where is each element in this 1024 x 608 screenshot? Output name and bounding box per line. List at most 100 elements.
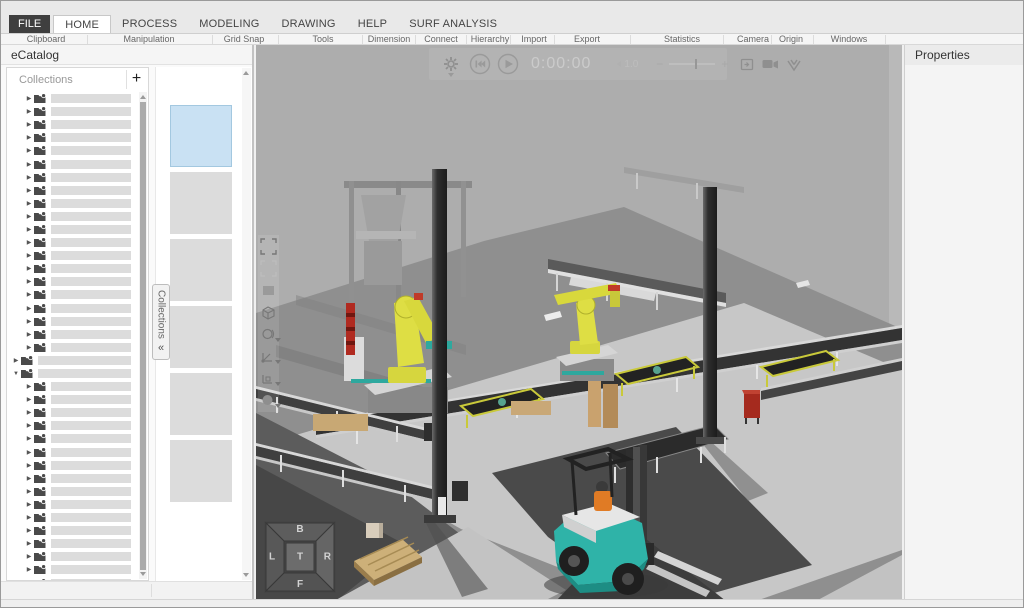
tree-item[interactable]: ▶ — [7, 223, 138, 236]
box-select-icon[interactable] — [260, 304, 277, 321]
tab-process[interactable]: PROCESS — [111, 15, 188, 33]
scroll-up-icon[interactable] — [140, 95, 146, 99]
collections-side-tab[interactable]: Collections « — [152, 284, 170, 360]
scrollbar-thumb[interactable] — [140, 102, 146, 570]
tree-item[interactable]: ▶ — [7, 197, 138, 210]
slider-decrease-button[interactable]: − — [656, 57, 663, 71]
tree-item[interactable]: ▶ — [7, 236, 138, 249]
tab-modeling[interactable]: MODELING — [188, 15, 270, 33]
expand-arrow-icon[interactable]: ▶ — [24, 265, 34, 272]
expand-arrow-icon[interactable]: ▶ — [24, 187, 34, 194]
expand-arrow-icon[interactable]: ▶ — [24, 108, 34, 115]
expand-arrow-icon[interactable]: ▶ — [24, 305, 34, 312]
nav-cube-right-face[interactable]: R — [324, 552, 331, 563]
tree-item[interactable]: ▶ — [7, 210, 138, 223]
record-video-icon[interactable] — [762, 58, 779, 71]
fit-view-icon[interactable] — [260, 238, 277, 255]
render-mode-icon[interactable] — [260, 392, 277, 409]
orbit-tool-icon[interactable] — [260, 326, 277, 343]
tab-help[interactable]: HELP — [347, 15, 399, 33]
tree-item[interactable]: ▶ — [7, 576, 138, 580]
tree-item[interactable]: ▶ — [7, 144, 138, 157]
expand-arrow-icon[interactable]: ▶ — [24, 161, 34, 168]
expand-arrow-icon[interactable]: ▶ — [24, 147, 34, 154]
expand-arrow-icon[interactable]: ▼ — [11, 371, 21, 377]
simulation-settings-gear-icon[interactable] — [443, 56, 459, 72]
fit-selection-icon[interactable] — [260, 260, 277, 277]
tree-item[interactable]: ▶ — [7, 419, 138, 432]
expand-arrow-icon[interactable]: ▶ — [24, 435, 34, 442]
plane-view-icon[interactable] — [260, 282, 277, 299]
tree-item[interactable]: ▶ — [7, 288, 138, 301]
speed-control[interactable]: 1.0 — [617, 59, 638, 70]
expand-arrow-icon[interactable]: ▶ — [24, 278, 34, 285]
nav-cube-left-face[interactable]: L — [269, 552, 275, 563]
tree-item[interactable]: ▶ — [7, 184, 138, 197]
navigation-cube[interactable]: B L T R F — [264, 521, 336, 593]
tree-item[interactable]: ▶ — [7, 380, 138, 393]
jog-tool-icon[interactable] — [260, 348, 277, 365]
expand-arrow-icon[interactable]: ▶ — [24, 383, 34, 390]
tree-item[interactable]: ▶ — [7, 118, 138, 131]
tree-item[interactable]: ▶ — [7, 262, 138, 275]
export-pdf-icon[interactable] — [740, 57, 755, 72]
tree-item[interactable]: ▶ — [7, 315, 138, 328]
tree-item[interactable]: ▶ — [7, 550, 138, 563]
tree-item[interactable]: ▼ — [7, 367, 138, 380]
expand-arrow-icon[interactable]: ▶ — [24, 226, 34, 233]
tree-item[interactable]: ▶ — [7, 328, 138, 341]
tree-item[interactable]: ▶ — [7, 131, 138, 144]
expand-arrow-icon[interactable]: ▶ — [24, 239, 34, 246]
scroll-down-icon[interactable] — [140, 572, 146, 576]
tree-item[interactable]: ▶ — [7, 171, 138, 184]
3d-viewport[interactable]: 0:00:00 1.0 − + — [256, 45, 902, 601]
catalog-item-thumbnail[interactable] — [170, 373, 232, 435]
expand-arrow-icon[interactable]: ▶ — [24, 475, 34, 482]
catalog-item-thumbnail[interactable] — [170, 172, 232, 234]
tree-item[interactable]: ▶ — [7, 498, 138, 511]
tree-item[interactable]: ▶ — [7, 406, 138, 419]
tree-item[interactable]: ▶ — [7, 485, 138, 498]
tree-item[interactable]: ▶ — [7, 472, 138, 485]
items-scrollbar[interactable] — [242, 68, 251, 580]
expand-arrow-icon[interactable]: ▶ — [24, 200, 34, 207]
expand-arrow-icon[interactable]: ▶ — [24, 344, 34, 351]
expand-arrow-icon[interactable]: ▶ — [24, 514, 34, 521]
vc-logo-icon[interactable] — [786, 57, 802, 72]
expand-arrow-icon[interactable]: ▶ — [24, 121, 34, 128]
tree-item[interactable]: ▶ — [7, 249, 138, 262]
scroll-up-icon[interactable] — [243, 71, 249, 75]
play-button[interactable] — [497, 53, 519, 75]
tree-item[interactable]: ▶ — [7, 157, 138, 170]
slider-track[interactable] — [669, 63, 715, 65]
catalog-item-thumbnail[interactable] — [170, 105, 232, 167]
expand-arrow-icon[interactable]: ▶ — [24, 488, 34, 495]
tree-item[interactable]: ▶ — [7, 354, 138, 367]
expand-arrow-icon[interactable]: ▶ — [24, 462, 34, 469]
nav-cube-top-face[interactable]: T — [297, 552, 303, 563]
catalog-item-thumbnail[interactable] — [170, 440, 232, 502]
catalog-item-thumbnail[interactable] — [170, 239, 232, 301]
slider-thumb[interactable] — [695, 59, 697, 69]
tab-drawing[interactable]: DRAWING — [271, 15, 347, 33]
tree-item[interactable]: ▶ — [7, 537, 138, 550]
tree-item[interactable]: ▶ — [7, 92, 138, 105]
dropdown-caret-icon[interactable] — [275, 404, 281, 408]
expand-arrow-icon[interactable]: ▶ — [11, 357, 21, 364]
nav-cube-back-face[interactable]: B — [296, 524, 303, 535]
nav-cube-front-face[interactable]: F — [297, 579, 303, 590]
tree-item[interactable]: ▶ — [7, 563, 138, 576]
rewind-button[interactable] — [469, 53, 491, 75]
expand-arrow-icon[interactable]: ▶ — [24, 213, 34, 220]
expand-arrow-icon[interactable]: ▶ — [24, 252, 34, 259]
dropdown-caret-icon[interactable] — [275, 360, 281, 364]
tree-item[interactable]: ▶ — [7, 446, 138, 459]
gear-dropdown-icon[interactable] — [448, 73, 454, 77]
expand-arrow-icon[interactable]: ▶ — [24, 553, 34, 560]
add-collection-button[interactable]: + — [126, 70, 146, 89]
expand-arrow-icon[interactable]: ▶ — [24, 396, 34, 403]
catalog-item-thumbnail[interactable] — [170, 306, 232, 368]
expand-arrow-icon[interactable]: ▶ — [24, 449, 34, 456]
tree-item[interactable]: ▶ — [7, 341, 138, 354]
tab-home[interactable]: HOME — [53, 15, 111, 33]
